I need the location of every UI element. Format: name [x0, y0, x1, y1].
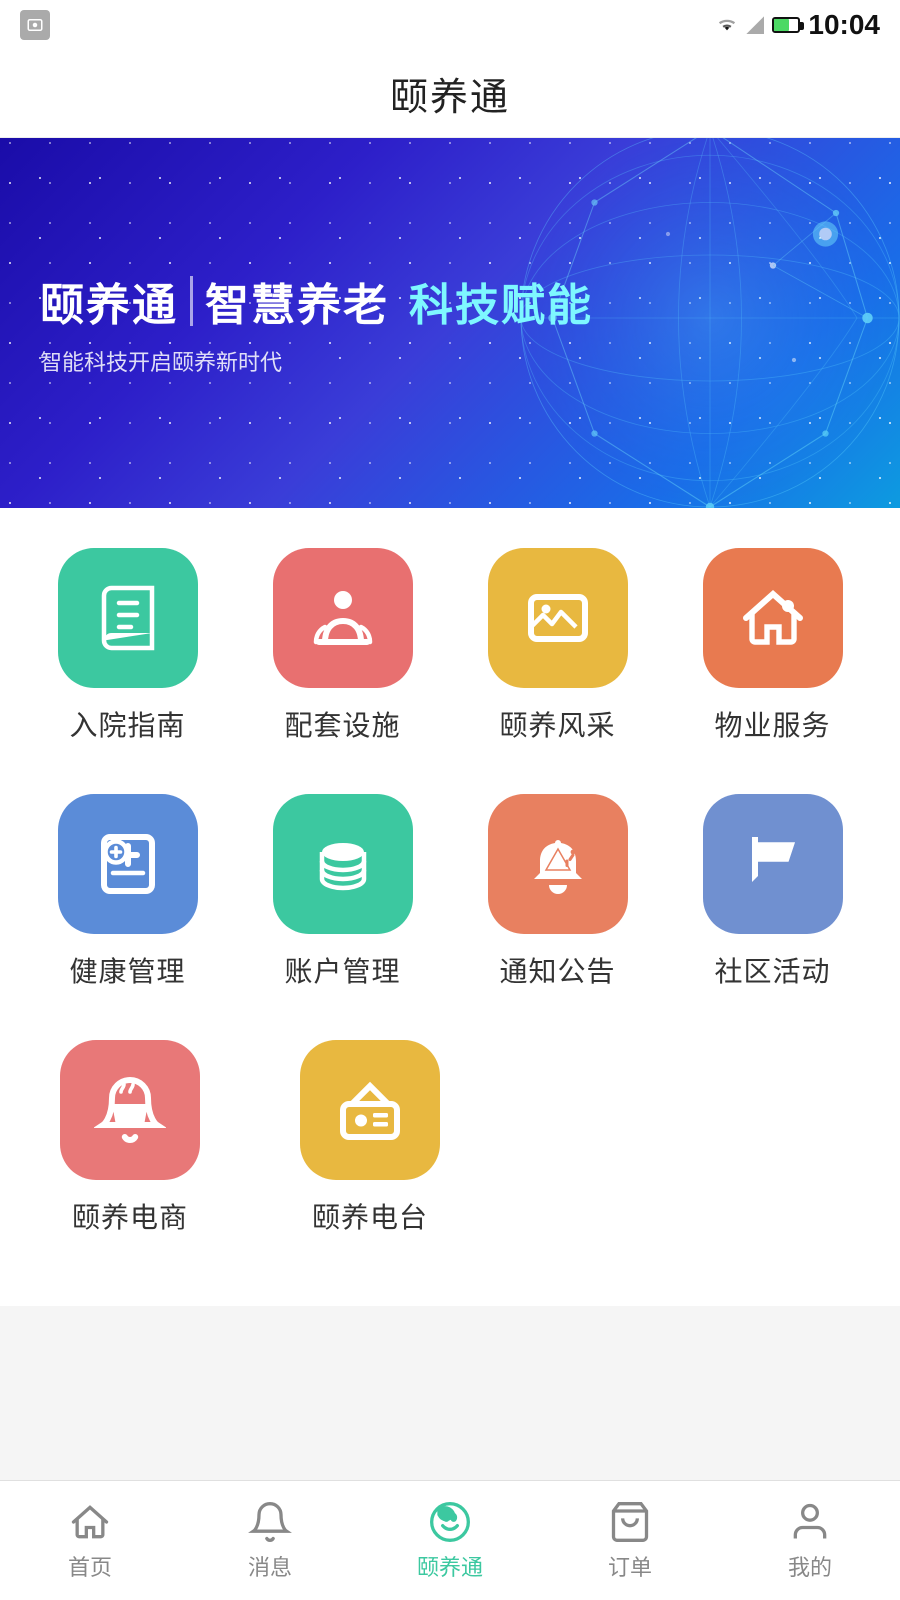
- icon-admission-guide[interactable]: 入院指南: [38, 548, 218, 744]
- icon-row-1: 入院指南 配套设施 颐养风采: [20, 548, 880, 744]
- icon-facilities-circle: [273, 548, 413, 688]
- icon-account[interactable]: 账户管理: [253, 794, 433, 990]
- nav-mine-label: 我的: [788, 1550, 832, 1582]
- icon-radio-circle: [300, 1040, 440, 1180]
- banner-content: 颐养通 智慧养老 科技赋能 智能科技开启颐养新时代: [40, 269, 593, 377]
- battery-icon: [772, 17, 800, 33]
- nav-yiyangton-label: 颐养通: [417, 1550, 483, 1582]
- icon-account-circle: [273, 794, 413, 934]
- app-header: 颐养通: [0, 50, 900, 138]
- status-icons: 10:04: [716, 9, 880, 41]
- icon-gallery[interactable]: 颐养风采: [468, 548, 648, 744]
- icon-gallery-label: 颐养风采: [499, 704, 615, 744]
- icon-radio[interactable]: 颐养电台: [280, 1040, 460, 1236]
- nav-home[interactable]: 首页: [0, 1500, 180, 1582]
- nav-home-label: 首页: [68, 1550, 112, 1582]
- banner-subtitle: 智能科技开启颐养新时代: [40, 345, 593, 377]
- icon-facilities-label: 配套设施: [284, 704, 400, 744]
- icon-notice[interactable]: 通知公告: [468, 794, 648, 990]
- nav-mine[interactable]: 我的: [720, 1500, 900, 1582]
- icon-notice-label: 通知公告: [499, 950, 615, 990]
- icon-ecommerce-circle: [60, 1040, 200, 1180]
- icon-property-circle: [703, 548, 843, 688]
- icon-radio-label: 颐养电台: [312, 1196, 428, 1236]
- icon-health[interactable]: 健康管理: [38, 794, 218, 990]
- banner-brand: 颐养通 智慧养老 科技赋能: [40, 269, 593, 333]
- icon-account-label: 账户管理: [284, 950, 400, 990]
- status-bar: 10:04: [0, 0, 900, 50]
- time-display: 10:04: [808, 9, 880, 41]
- icon-ecommerce-label: 颐养电商: [72, 1196, 188, 1236]
- icon-facilities[interactable]: 配套设施: [253, 548, 433, 744]
- icon-row-3: 颐养电商 颐养电台: [20, 1040, 880, 1236]
- hero-banner: 颐养通 智慧养老 科技赋能 智能科技开启颐养新时代: [0, 138, 900, 508]
- app-title: 颐养通: [390, 66, 510, 121]
- icon-admission-guide-circle: [58, 548, 198, 688]
- icon-property-label: 物业服务: [714, 704, 830, 744]
- icon-health-circle: [58, 794, 198, 934]
- icon-property[interactable]: 物业服务: [683, 548, 863, 744]
- nav-order-label: 订单: [608, 1550, 652, 1582]
- nav-order[interactable]: 订单: [540, 1500, 720, 1582]
- icon-ecommerce[interactable]: 颐养电商: [40, 1040, 220, 1236]
- nav-message[interactable]: 消息: [180, 1500, 360, 1582]
- icon-admission-guide-label: 入院指南: [69, 704, 185, 744]
- icon-gallery-circle: [488, 548, 628, 688]
- icon-notice-circle: [488, 794, 628, 934]
- bottom-navigation: 首页 消息 颐养通 订单 我的: [0, 1480, 900, 1600]
- icon-grid: 入院指南 配套设施 颐养风采: [0, 508, 900, 1306]
- nav-yiyangton[interactable]: 颐养通: [360, 1500, 540, 1582]
- photo-icon: [20, 10, 50, 40]
- icon-community[interactable]: 社区活动: [683, 794, 863, 990]
- icon-row-2: 健康管理 账户管理: [20, 794, 880, 990]
- nav-message-label: 消息: [248, 1550, 292, 1582]
- icon-community-circle: [703, 794, 843, 934]
- icon-community-label: 社区活动: [714, 950, 830, 990]
- icon-health-label: 健康管理: [69, 950, 185, 990]
